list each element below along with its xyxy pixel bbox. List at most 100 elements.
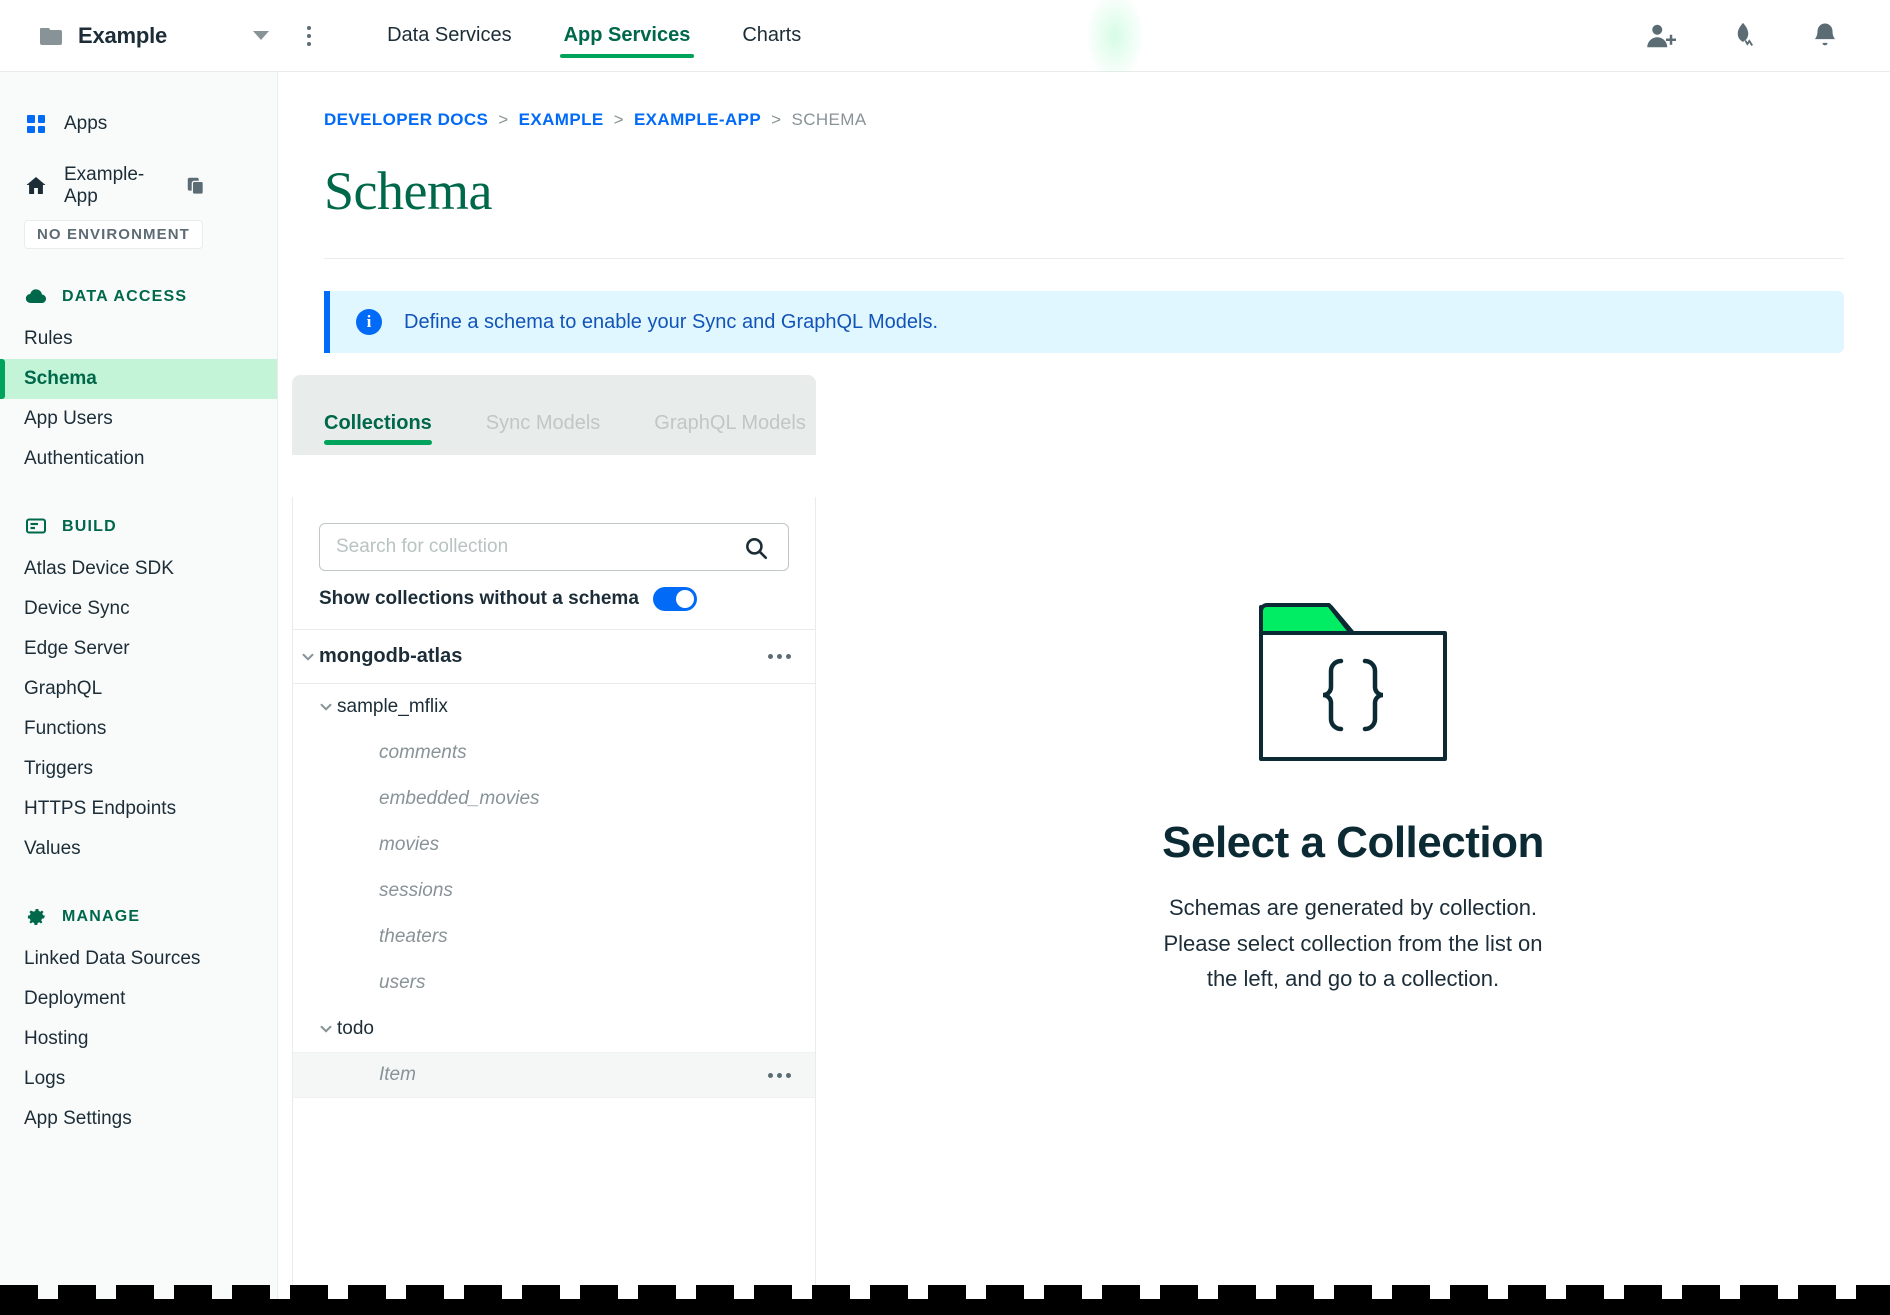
main-nav: Data Services App Services Charts [361, 0, 827, 72]
tree-collection-label: theaters [379, 926, 448, 948]
collection-tree: mongodb-atlas sample_mflix comments embe… [293, 629, 815, 1098]
chevron-down-icon[interactable] [315, 1018, 337, 1040]
info-banner-text: Define a schema to enable your Sync and … [404, 311, 938, 334]
empty-state-description: Schemas are generated by collection. Ple… [1162, 890, 1544, 997]
chevron-down-icon[interactable] [297, 646, 319, 668]
cloud-icon [24, 285, 48, 309]
mongodb-leaf-activity-icon[interactable] [1726, 19, 1760, 53]
sidebar-item-graphql[interactable]: GraphQL [0, 669, 277, 709]
left-sidebar: Apps Example-App NO ENVIRONMENT [0, 72, 278, 1315]
sidebar-item-linked-data-sources[interactable]: Linked Data Sources [0, 939, 277, 979]
breadcrumb-separator: > [771, 110, 781, 130]
sidebar-item-app-settings[interactable]: App Settings [0, 1099, 277, 1139]
sidebar-app-name: Example-App [64, 164, 169, 208]
sidebar-section-data-access: DATA ACCESS [0, 275, 277, 319]
breadcrumb-item-developer-docs[interactable]: DEVELOPER DOCS [324, 110, 488, 130]
nav-highlight-glow [1085, 0, 1145, 82]
tab-collections[interactable]: Collections [324, 412, 432, 455]
empty-state: Select a Collection Schemas are generate… [1162, 597, 1544, 997]
sidebar-item-triggers[interactable]: Triggers [0, 749, 277, 789]
sidebar-item-atlas-device-sdk[interactable]: Atlas Device SDK [0, 549, 277, 589]
empty-state-panel: Select a Collection Schemas are generate… [816, 497, 1890, 1315]
empty-state-line-1: Schemas are generated by collection. [1162, 890, 1544, 926]
nav-item-data-services[interactable]: Data Services [361, 0, 538, 72]
sidebar-section-manage: MANAGE [0, 895, 277, 939]
project-name: Example [78, 23, 167, 49]
laptop-icon [24, 515, 48, 539]
tree-collection-embedded-movies[interactable]: embedded_movies [293, 776, 815, 822]
tree-collection-label: comments [379, 742, 467, 764]
vertical-ellipsis-icon[interactable] [307, 26, 311, 46]
tree-collection-users[interactable]: users [293, 960, 815, 1006]
tab-sync-models: Sync Models [486, 412, 601, 455]
copy-icon[interactable] [185, 175, 207, 197]
tree-database-sample-mflix[interactable]: sample_mflix [293, 684, 815, 730]
sidebar-item-device-sync[interactable]: Device Sync [0, 589, 277, 629]
search-input[interactable] [319, 523, 789, 571]
chevron-down-icon[interactable] [315, 696, 337, 718]
breadcrumb-separator: > [498, 110, 508, 130]
app-root: Example Data Services App Services Chart… [0, 0, 1890, 1315]
empty-state-line-2: Please select collection from the list o… [1162, 926, 1544, 962]
tree-collection-theaters[interactable]: theaters [293, 914, 815, 960]
breadcrumb-item-example[interactable]: EXAMPLE [519, 110, 604, 130]
gear-icon [24, 905, 48, 929]
breadcrumb-item-example-app[interactable]: EXAMPLE-APP [634, 110, 761, 130]
folder-icon [40, 26, 64, 45]
tree-database-label: sample_mflix [337, 696, 448, 718]
show-collections-toggle-row: Show collections without a schema [293, 571, 815, 629]
sidebar-item-app-users[interactable]: App Users [0, 399, 277, 439]
sidebar-item-app-name[interactable]: Example-App [0, 162, 277, 210]
info-circle-icon: i [356, 309, 382, 335]
sidebar-section-title: DATA ACCESS [62, 288, 187, 306]
tree-collection-label: movies [379, 834, 439, 856]
torn-bottom-edge [0, 1285, 1890, 1315]
schema-body: Show collections without a schema mongod… [292, 497, 1890, 1315]
home-icon [24, 174, 48, 198]
main-content: DEVELOPER DOCS > EXAMPLE > EXAMPLE-APP >… [278, 72, 1890, 1315]
nav-item-charts[interactable]: Charts [716, 0, 827, 72]
breadcrumb: DEVELOPER DOCS > EXAMPLE > EXAMPLE-APP >… [278, 72, 1890, 130]
project-selector[interactable]: Example [0, 23, 311, 49]
schema-tabs: Collections Sync Models GraphQL Models [292, 375, 816, 455]
bell-notification-icon[interactable] [1808, 19, 1842, 53]
sidebar-item-edge-server[interactable]: Edge Server [0, 629, 277, 669]
chevron-down-icon[interactable] [253, 31, 269, 40]
sidebar-item-deployment[interactable]: Deployment [0, 979, 277, 1019]
sidebar-section-title: BUILD [62, 518, 117, 536]
folder-braces-icon [1253, 756, 1453, 773]
sidebar-apps-label: Apps [64, 113, 107, 135]
sidebar-item-hosting[interactable]: Hosting [0, 1019, 277, 1059]
collections-panel: Show collections without a schema mongod… [292, 497, 816, 1315]
tree-collection-label: sessions [379, 880, 453, 902]
top-navigation-bar: Example Data Services App Services Chart… [0, 0, 1890, 72]
tree-collection-sessions[interactable]: sessions [293, 868, 815, 914]
search-icon[interactable] [743, 535, 769, 566]
tree-collection-movies[interactable]: movies [293, 822, 815, 868]
sidebar-section-title: MANAGE [62, 908, 140, 926]
tree-collection-item[interactable]: Item [293, 1052, 815, 1098]
nav-item-app-services[interactable]: App Services [538, 0, 717, 72]
tree-datasource-label: mongodb-atlas [319, 645, 462, 668]
sidebar-item-functions[interactable]: Functions [0, 709, 277, 749]
tree-collection-label: embedded_movies [379, 788, 540, 810]
page-title: Schema [278, 130, 1890, 222]
horizontal-ellipsis-icon[interactable] [768, 654, 791, 659]
sidebar-item-apps[interactable]: Apps [0, 100, 277, 148]
sidebar-item-authentication[interactable]: Authentication [0, 439, 277, 479]
invite-user-icon[interactable] [1644, 19, 1678, 53]
info-banner: i Define a schema to enable your Sync an… [324, 291, 1844, 353]
sidebar-item-values[interactable]: Values [0, 829, 277, 869]
sidebar-section-build: BUILD [0, 505, 277, 549]
sidebar-item-logs[interactable]: Logs [0, 1059, 277, 1099]
sidebar-item-schema[interactable]: Schema [0, 359, 277, 399]
top-bar-actions [1644, 19, 1890, 53]
horizontal-ellipsis-icon[interactable] [768, 1073, 791, 1078]
sidebar-item-https-endpoints[interactable]: HTTPS Endpoints [0, 789, 277, 829]
tree-datasource-mongodb-atlas[interactable]: mongodb-atlas [293, 630, 815, 684]
show-collections-toggle[interactable] [653, 587, 697, 611]
breadcrumb-item-schema: SCHEMA [791, 110, 866, 130]
sidebar-item-rules[interactable]: Rules [0, 319, 277, 359]
tree-database-todo[interactable]: todo [293, 1006, 815, 1052]
tree-collection-comments[interactable]: comments [293, 730, 815, 776]
